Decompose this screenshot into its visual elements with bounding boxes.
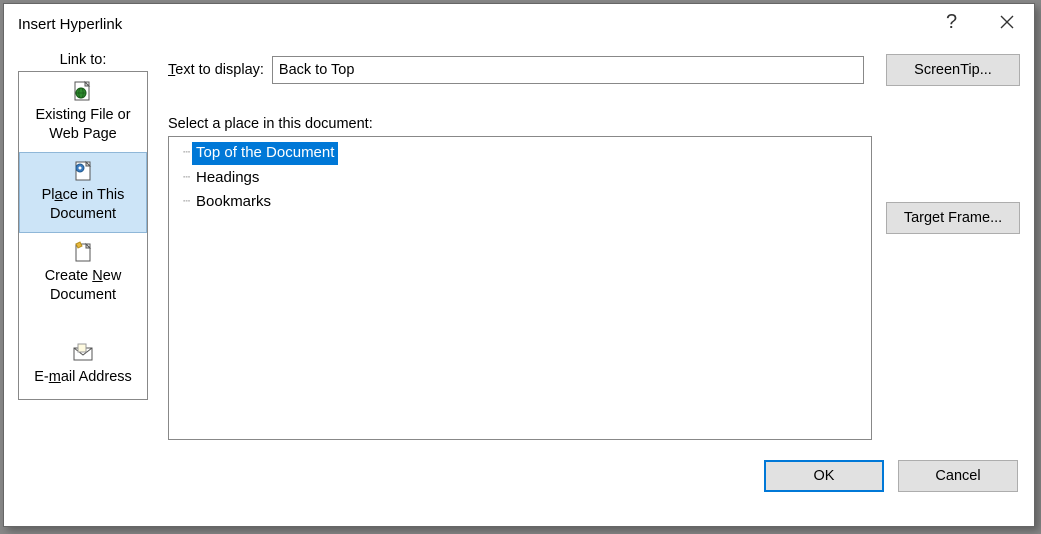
sidebar-label: Link to: <box>18 52 148 68</box>
sidebar-item-create-new[interactable]: Create NewDocument <box>19 233 147 313</box>
tree-item-headings[interactable]: ┄ Headings <box>169 166 871 191</box>
ok-button[interactable]: OK <box>764 460 884 492</box>
tree-label: Select a place in this document: <box>168 116 1020 132</box>
sidebar-item-email[interactable]: E-mail Address <box>19 313 147 399</box>
dialog-content: Link to: Existing File orWeb Page Place … <box>4 44 1034 526</box>
document-places-tree[interactable]: ┄ Top of the Document ┄ Headings ┄ Bookm… <box>168 136 872 440</box>
tree-connector-icon: ┄ <box>183 143 191 161</box>
dialog-footer: OK Cancel <box>168 460 1020 492</box>
help-icon: ? <box>946 11 957 34</box>
tree-item-bookmarks[interactable]: ┄ Bookmarks <box>169 190 871 215</box>
dialog-title: Insert Hyperlink <box>18 16 122 33</box>
main-panel: Text to display: ScreenTip... Select a p… <box>148 52 1020 512</box>
target-frame-button[interactable]: Target Frame... <box>886 202 1020 234</box>
sidebar-item-label: Existing File orWeb Page <box>35 106 130 144</box>
email-icon <box>71 341 95 365</box>
help-button[interactable]: ? <box>924 4 979 40</box>
screentip-button[interactable]: ScreenTip... <box>886 54 1020 86</box>
close-button[interactable] <box>979 4 1034 40</box>
insert-hyperlink-dialog: Insert Hyperlink ? Link to: Existing Fil… <box>3 3 1035 527</box>
sidebar: Link to: Existing File orWeb Page Place … <box>18 52 148 512</box>
document-target-icon <box>71 159 95 183</box>
sidebar-item-place-in-document[interactable]: Place in ThisDocument <box>19 152 147 232</box>
tree-item-top[interactable]: ┄ Top of the Document <box>169 141 871 166</box>
sidebar-items: Existing File orWeb Page Place in ThisDo… <box>18 71 148 400</box>
titlebar: Insert Hyperlink ? <box>4 4 1034 44</box>
sidebar-item-label: E-mail Address <box>34 368 132 387</box>
globe-page-icon <box>71 79 95 103</box>
close-icon <box>999 14 1015 30</box>
sidebar-item-existing-file[interactable]: Existing File orWeb Page <box>19 72 147 152</box>
right-button-column: Target Frame... <box>886 136 1020 440</box>
main-body: ┄ Top of the Document ┄ Headings ┄ Bookm… <box>168 136 1020 440</box>
text-to-display-input[interactable] <box>272 56 864 84</box>
titlebar-buttons: ? <box>924 4 1034 40</box>
text-to-display-row: Text to display: ScreenTip... <box>168 54 1020 86</box>
tree-connector-icon: ┄ <box>183 192 191 210</box>
cancel-button[interactable]: Cancel <box>898 460 1018 492</box>
text-to-display-label: Text to display: <box>168 62 264 78</box>
sidebar-item-label: Place in ThisDocument <box>42 186 125 224</box>
sidebar-item-label: Create NewDocument <box>45 267 122 305</box>
tree-connector-icon: ┄ <box>183 168 191 186</box>
new-document-icon <box>71 240 95 264</box>
